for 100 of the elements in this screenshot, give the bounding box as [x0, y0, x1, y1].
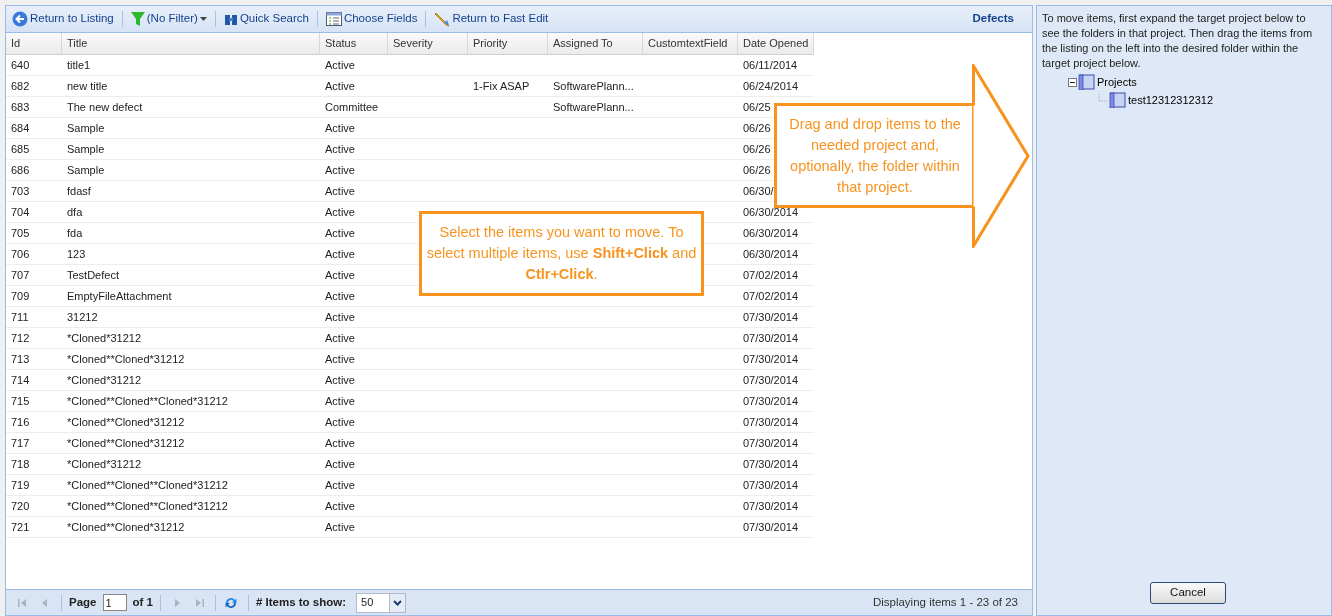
- table-cell: Active: [325, 500, 355, 512]
- table-cell: Active: [325, 458, 355, 470]
- table-cell: 06/30/: [743, 185, 774, 197]
- page-field[interactable]: 1: [102, 594, 127, 611]
- table-cell: Active: [325, 122, 355, 134]
- book-icon: [1078, 74, 1096, 90]
- table-cell: 07/30/2014: [743, 332, 799, 344]
- column-header[interactable]: Title: [62, 33, 320, 54]
- column-header[interactable]: Severity: [388, 33, 468, 54]
- toolbar-button[interactable]: Choose Fields: [323, 8, 420, 30]
- table-cell: 714: [11, 374, 30, 386]
- collapse-icon[interactable]: [1068, 77, 1077, 87]
- table-cell: 06/26: [743, 122, 771, 134]
- tree-node[interactable]: test12312312312: [1109, 91, 1214, 109]
- table-cell: 711: [11, 311, 29, 323]
- table-cell: 07/30/2014: [743, 500, 799, 512]
- table-cell: 686: [11, 164, 30, 176]
- table-cell: Active: [325, 416, 355, 428]
- items-dropdown[interactable]: 50: [356, 592, 407, 613]
- table-cell: Sample: [67, 143, 105, 155]
- table-cell: Sample: [67, 164, 105, 176]
- table-cell: Active: [325, 332, 355, 344]
- table-cell: 06/30/2014: [743, 248, 799, 260]
- table-cell: *Cloned*31212: [67, 332, 141, 344]
- cancel-button[interactable]: Cancel: [1150, 582, 1226, 604]
- table-cell: 703: [11, 185, 30, 197]
- table-cell: Active: [325, 80, 355, 92]
- left-triangle-icon: [17, 596, 29, 609]
- instructions-text: To move items, first expand the target project below to see the folders in that project. Then drag the items from the listing on the left into the desired folder within the target project below.: [1042, 11, 1314, 71]
- table-cell: Sample: [67, 122, 105, 134]
- table-cell: *Cloned**Cloned**Cloned*31212: [67, 479, 228, 491]
- table-cell: Active: [325, 143, 355, 155]
- table-cell: 07/30/2014: [743, 395, 799, 407]
- table-cell: 709: [11, 290, 30, 302]
- table-cell: *Cloned**Cloned**Cloned*31212: [67, 395, 228, 407]
- table-cell: 683: [11, 101, 30, 113]
- column-header[interactable]: CustomtextField: [643, 33, 738, 54]
- toolbar-button[interactable]: Return to Fast Edit: [432, 8, 551, 30]
- table-cell: The new defect: [67, 101, 143, 113]
- table-cell: Active: [325, 164, 355, 176]
- items-to-show-label: # Items to show:: [255, 594, 347, 610]
- column-header[interactable]: Date Opened: [738, 33, 814, 54]
- table-cell: 123: [67, 248, 86, 260]
- table-cell: 715: [11, 395, 30, 407]
- table-cell: fda: [67, 227, 83, 239]
- table-cell: Active: [325, 248, 355, 260]
- table-cell: 06/30/2014: [743, 227, 799, 239]
- toolbar-button[interactable]: (No Filter): [128, 8, 209, 30]
- table-cell: 07/30/2014: [743, 353, 799, 365]
- table-cell: *Cloned**Cloned*31212: [67, 353, 185, 365]
- funnel-icon: [130, 11, 145, 27]
- table-cell: Active: [325, 437, 355, 449]
- table-cell: 06/25: [743, 101, 771, 113]
- table-cell: TestDefect: [67, 269, 119, 281]
- table-cell: Active: [325, 521, 355, 533]
- table-cell: 684: [11, 122, 30, 134]
- table-cell: *Cloned*31212: [67, 458, 141, 470]
- table-cell: Active: [325, 269, 355, 281]
- table-cell: *Cloned**Cloned*31212: [67, 437, 185, 449]
- table-cell: 640: [11, 59, 30, 71]
- table-cell: 717: [11, 437, 30, 449]
- table-cell: Active: [325, 311, 355, 323]
- table-cell: Active: [325, 227, 355, 239]
- page-label: Page: [69, 594, 97, 610]
- table-cell: *Cloned*31212: [67, 374, 141, 386]
- column-header[interactable]: Priority: [468, 33, 548, 54]
- pencil-icon: [434, 11, 451, 27]
- table-cell: 07/30/2014: [743, 374, 799, 386]
- table-cell: 721: [11, 521, 30, 533]
- column-header[interactable]: Assigned To: [548, 33, 643, 54]
- tree-node[interactable]: Projects: [1078, 73, 1137, 91]
- caret-icon: [199, 17, 207, 21]
- table-cell: 07/30/2014: [743, 311, 799, 323]
- table-cell: 06/26: [743, 164, 771, 176]
- table-cell: 718: [11, 458, 30, 470]
- table-cell: 716: [11, 416, 30, 428]
- table-cell: 07/30/2014: [743, 479, 799, 491]
- table-cell: 07/02/2014: [743, 290, 799, 302]
- table-cell: title1: [67, 59, 91, 71]
- table-cell: *Cloned**Cloned*31212: [67, 521, 185, 533]
- column-header[interactable]: Id: [6, 33, 62, 54]
- table-cell: 704: [11, 206, 30, 218]
- table-cell: 07/30/2014: [743, 521, 799, 533]
- items-summary: Displaying items 1 - 23 of 23: [872, 594, 1019, 610]
- table-cell: Active: [325, 59, 355, 71]
- table-cell: Active: [325, 395, 355, 407]
- toolbar-button[interactable]: Quick Search: [221, 8, 311, 30]
- back-arrow-icon: [12, 11, 28, 27]
- toolbar-button[interactable]: Return to Listing: [10, 8, 116, 30]
- table-cell: 682: [11, 80, 30, 92]
- table-cell: 712: [11, 332, 30, 344]
- table-cell: 1-Fix ASAP: [473, 80, 530, 92]
- table-cell: 06/24/2014: [743, 80, 799, 92]
- table-cell: Committee: [325, 101, 379, 113]
- table-cell: Active: [325, 185, 355, 197]
- callout-tooltip: Drag and drop items to the needed project and, optionally, the folder within that project.: [774, 103, 973, 208]
- column-header[interactable]: Status: [320, 33, 388, 54]
- table-cell: Active: [325, 290, 355, 302]
- table-cell: 713: [11, 353, 30, 365]
- page-count: of 1: [132, 594, 153, 610]
